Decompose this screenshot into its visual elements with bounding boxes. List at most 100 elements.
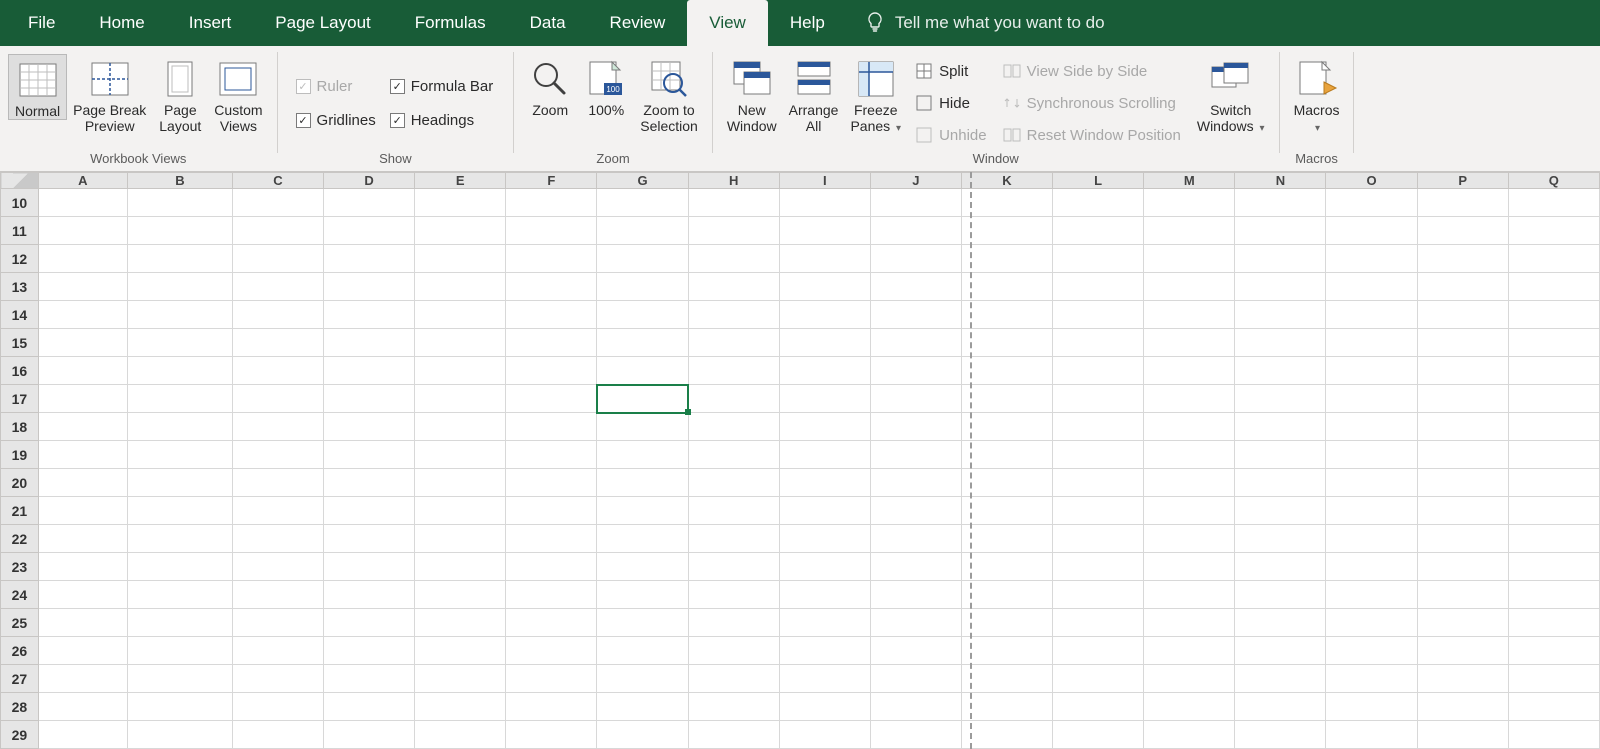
cell[interactable] — [597, 693, 688, 721]
cell[interactable] — [779, 441, 870, 469]
cell[interactable] — [779, 329, 870, 357]
cell[interactable] — [1326, 413, 1417, 441]
cell[interactable] — [1417, 217, 1508, 245]
row-header[interactable]: 26 — [1, 637, 39, 665]
cell[interactable] — [1508, 217, 1599, 245]
cell[interactable] — [232, 665, 323, 693]
cell[interactable] — [961, 245, 1052, 273]
cell[interactable] — [1508, 525, 1599, 553]
tab-page-layout[interactable]: Page Layout — [253, 0, 392, 46]
cell[interactable] — [232, 609, 323, 637]
row-header[interactable]: 19 — [1, 441, 39, 469]
cell[interactable] — [232, 525, 323, 553]
cell[interactable] — [38, 301, 127, 329]
cell[interactable] — [1235, 413, 1326, 441]
cell[interactable] — [1326, 385, 1417, 413]
cell[interactable] — [1508, 665, 1599, 693]
cell[interactable] — [961, 665, 1052, 693]
cell[interactable] — [1144, 217, 1235, 245]
cell[interactable] — [232, 217, 323, 245]
cell[interactable] — [232, 721, 323, 749]
row-header[interactable]: 12 — [1, 245, 39, 273]
cell[interactable] — [779, 525, 870, 553]
cell[interactable] — [961, 357, 1052, 385]
cell[interactable] — [688, 497, 779, 525]
cell[interactable] — [232, 553, 323, 581]
cell[interactable] — [324, 525, 415, 553]
cell[interactable] — [127, 721, 232, 749]
cell[interactable] — [38, 721, 127, 749]
cell[interactable] — [1235, 217, 1326, 245]
cell[interactable] — [415, 357, 506, 385]
cell[interactable] — [961, 497, 1052, 525]
cell[interactable] — [688, 357, 779, 385]
cell[interactable] — [38, 357, 127, 385]
cell[interactable] — [1144, 497, 1235, 525]
cell[interactable] — [1144, 301, 1235, 329]
cell[interactable] — [870, 637, 961, 665]
cell[interactable] — [127, 637, 232, 665]
cell[interactable] — [127, 469, 232, 497]
cell[interactable] — [127, 413, 232, 441]
cell[interactable] — [38, 553, 127, 581]
cell[interactable] — [324, 329, 415, 357]
cell[interactable] — [961, 637, 1052, 665]
cell[interactable] — [324, 357, 415, 385]
cell[interactable] — [232, 637, 323, 665]
cell[interactable] — [597, 581, 688, 609]
cell[interactable] — [688, 385, 779, 413]
cell[interactable] — [1235, 721, 1326, 749]
zoom-to-selection-button[interactable]: Zoom to Selection — [634, 54, 704, 134]
cell[interactable] — [324, 301, 415, 329]
cell[interactable] — [506, 469, 597, 497]
tab-formulas[interactable]: Formulas — [393, 0, 508, 46]
cell[interactable] — [961, 525, 1052, 553]
select-all-corner[interactable] — [1, 173, 39, 189]
cell[interactable] — [1053, 553, 1144, 581]
cell[interactable] — [324, 273, 415, 301]
cell[interactable] — [38, 413, 127, 441]
cell[interactable] — [870, 217, 961, 245]
cell[interactable] — [1053, 413, 1144, 441]
cell[interactable] — [324, 469, 415, 497]
cell[interactable] — [1326, 721, 1417, 749]
cell[interactable] — [415, 245, 506, 273]
cell[interactable] — [597, 357, 688, 385]
cell[interactable] — [1326, 693, 1417, 721]
cell[interactable] — [1053, 581, 1144, 609]
cell[interactable] — [779, 497, 870, 525]
cell[interactable] — [38, 217, 127, 245]
cell[interactable] — [38, 189, 127, 217]
cell[interactable] — [779, 245, 870, 273]
cell[interactable] — [1235, 665, 1326, 693]
tell-me-search[interactable]: Tell me what you want to do — [865, 12, 1105, 34]
cell[interactable] — [1235, 469, 1326, 497]
cell[interactable] — [597, 245, 688, 273]
tab-review[interactable]: Review — [588, 0, 688, 46]
column-header[interactable]: I — [779, 173, 870, 189]
cell[interactable] — [779, 665, 870, 693]
cell[interactable] — [870, 693, 961, 721]
row-header[interactable]: 24 — [1, 581, 39, 609]
cell[interactable] — [232, 245, 323, 273]
cell[interactable] — [1235, 609, 1326, 637]
cell[interactable] — [688, 553, 779, 581]
cell[interactable] — [1508, 441, 1599, 469]
page-layout-view-button[interactable]: Page Layout — [152, 54, 208, 134]
cell[interactable] — [961, 385, 1052, 413]
cell[interactable] — [597, 637, 688, 665]
cell[interactable] — [324, 413, 415, 441]
column-header[interactable]: O — [1326, 173, 1417, 189]
cell[interactable] — [779, 217, 870, 245]
row-header[interactable]: 10 — [1, 189, 39, 217]
cell[interactable] — [127, 273, 232, 301]
cell[interactable] — [324, 441, 415, 469]
arrange-all-button[interactable]: Arrange All — [783, 54, 845, 134]
cell[interactable] — [1326, 581, 1417, 609]
cell[interactable] — [1053, 525, 1144, 553]
row-header[interactable]: 27 — [1, 665, 39, 693]
freeze-panes-button[interactable]: Freeze Panes ▾ — [844, 54, 907, 135]
cell[interactable] — [1417, 301, 1508, 329]
cell[interactable] — [324, 581, 415, 609]
cell[interactable] — [597, 525, 688, 553]
